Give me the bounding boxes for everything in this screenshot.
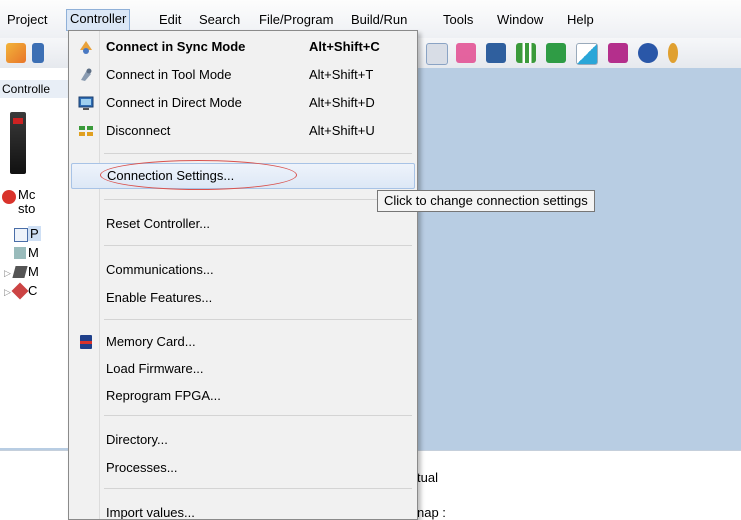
menu-item-communications[interactable]: Communications... [71,258,413,282]
expand-arrow-icon[interactable]: ▷ [4,287,11,298]
robot-tool-icon[interactable] [456,43,476,63]
menu-item-shortcut: Alt+Shift+C [309,39,380,54]
menu-item-label: Communications... [106,262,214,277]
menu-item-label: Disconnect [106,123,171,138]
highlight-ellipse [100,160,297,190]
help-icon[interactable] [668,43,678,63]
tree-item-c[interactable]: C [28,283,37,298]
menu-item-label: Directory... [106,432,168,447]
menu-item-label: Enable Features... [106,290,213,305]
connect-sync-icon [77,38,95,56]
menu-item-label: Memory Card... [106,334,196,349]
menu-item-disconnect[interactable]: Disconnect Alt+Shift+U [71,119,413,143]
program-icon [14,228,28,242]
menu-item-shortcut: Alt+Shift+U [309,123,375,138]
tree-item-program[interactable]: P [28,226,41,241]
menu-item-reset-controller[interactable]: Reset Controller... [71,212,413,236]
save-icon[interactable] [32,43,44,63]
menu-item-shortcut: Alt+Shift+T [309,67,374,82]
vr-icon[interactable] [638,43,658,63]
menu-item-label: Reset Controller... [106,216,211,231]
status-line-1: Mc [18,187,36,202]
menu-separator [104,199,412,200]
menu-item-import-values[interactable]: Import values... [71,501,413,519]
menu-edit[interactable]: Edit [156,10,184,30]
menu-project[interactable]: Project [4,10,50,30]
menu-item-connect-sync[interactable]: Connect in Sync Mode Alt+Shift+C [71,35,413,59]
disconnect-icon [77,122,95,140]
menu-window[interactable]: Window [494,10,546,30]
menu-separator [104,415,412,416]
menu-item-load-firmware[interactable]: Load Firmware... [71,357,413,381]
menu-file-program[interactable]: File/Program [256,10,336,30]
menu-item-label: Load Firmware... [106,361,204,376]
menu-item-processes[interactable]: Processes... [71,456,413,480]
menu-item-connect-tool[interactable]: Connect in Tool Mode Alt+Shift+T [71,63,413,87]
menu-item-label: Processes... [106,460,178,475]
menu-help[interactable]: Help [564,10,597,30]
menu-separator [104,245,412,246]
memory-card-icon [77,333,95,351]
connect-tool-icon [77,66,95,84]
menu-item-connect-direct[interactable]: Connect in Direct Mode Alt+Shift+D [71,91,413,115]
tree-item-m1[interactable]: M [28,245,39,260]
menu-item-label: Connect in Tool Mode [106,67,232,82]
menu-item-label: Connect in Sync Mode [106,39,246,54]
controller-device-icon [10,112,26,174]
robot-arm-icon[interactable] [426,43,448,65]
menu-item-shortcut: Alt+Shift+D [309,95,375,110]
menu-item-directory[interactable]: Directory... [71,428,413,452]
stop-icon[interactable] [2,190,16,204]
menu-separator [104,153,412,154]
menu-item-label: Reprogram FPGA... [106,388,221,403]
expand-arrow-icon[interactable]: ▷ [4,268,11,279]
tooltip: Click to change connection settings [377,190,595,212]
tree-item-m2[interactable]: M [28,264,39,279]
list-icon[interactable] [546,43,566,63]
menu-separator [104,319,412,320]
table-icon[interactable] [608,43,628,63]
status-line-2: sto [18,201,36,216]
menu-build-run[interactable]: Build/Run [348,10,410,30]
menu-controller[interactable]: Controller [66,9,131,31]
menu-search[interactable]: Search [196,10,243,30]
output-text-1: tual [417,470,438,485]
menu-item-enable-features[interactable]: Enable Features... [71,286,413,310]
menu-tools[interactable]: Tools [440,10,476,30]
menu-item-reprogram-fpga[interactable]: Reprogram FPGA... [71,384,413,408]
module-icon [14,247,26,259]
menu-separator [104,488,412,489]
scope-icon[interactable] [486,43,506,63]
io-bars-icon[interactable] [516,43,536,63]
connect-direct-icon [77,94,95,112]
controller-menu: Connect in Sync Mode Alt+Shift+C Connect… [68,30,418,520]
run-icon[interactable] [6,43,26,63]
controller-panel-title: Controlle [0,80,68,98]
menu-item-memory-card[interactable]: Memory Card... [71,330,413,354]
chart-icon[interactable] [576,43,598,65]
menu-item-label: Connect in Direct Mode [106,95,242,110]
